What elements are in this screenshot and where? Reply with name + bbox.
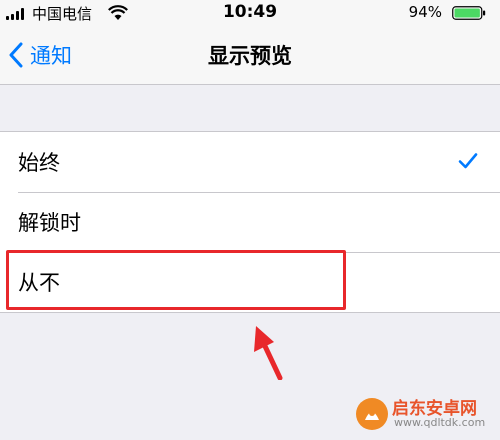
watermark: 启东安卓网 www.qdltdk.com (354, 394, 494, 436)
option-when-unlocked[interactable]: 解锁时 (0, 192, 500, 252)
option-always[interactable]: 始终 (0, 132, 500, 192)
battery-percentage: 94% (408, 3, 442, 21)
watermark-logo-icon (356, 398, 388, 430)
checkmark-icon (458, 153, 478, 169)
page-title: 显示预览 (208, 44, 292, 68)
option-label: 始终 (18, 151, 60, 175)
highlight-box (6, 250, 346, 310)
status-bar: 中国电信 10:49 94% (0, 0, 500, 26)
red-arrow-icon (254, 326, 283, 380)
navigation-bar: 通知 显示预览 (0, 26, 500, 85)
watermark-url: www.qdltdk.com (394, 416, 486, 429)
option-label: 解锁时 (18, 211, 81, 235)
battery-icon (452, 6, 486, 20)
